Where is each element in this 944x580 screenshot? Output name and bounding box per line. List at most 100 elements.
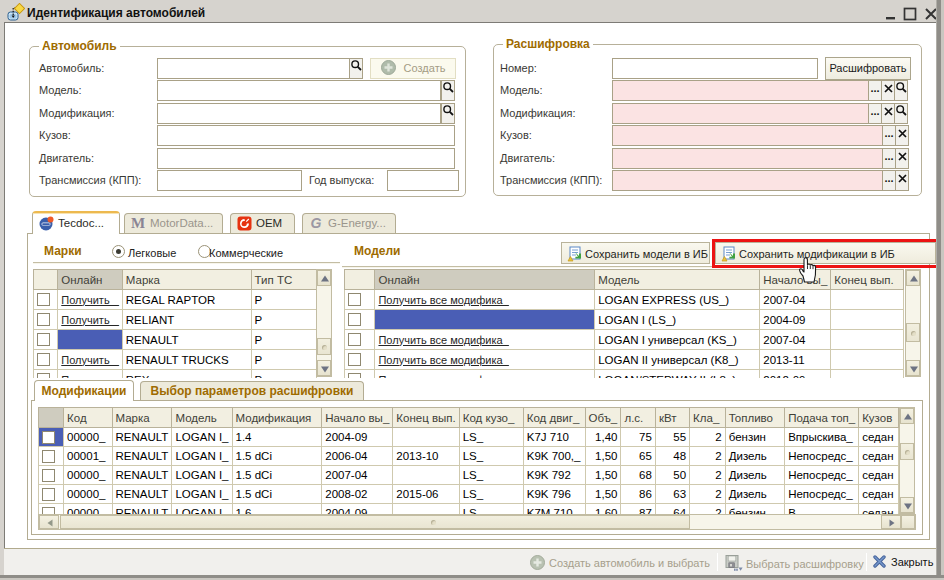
mods-cell-8[interactable]: 1,40 — [585, 428, 621, 447]
decode-transmission-field[interactable] — [612, 170, 883, 191]
mods-cell-8[interactable]: 1,50 — [585, 447, 621, 466]
row-checkbox-cell[interactable] — [34, 330, 58, 350]
maximize-button[interactable] — [903, 7, 917, 21]
mods-cell-7[interactable]: K7J 710 — [523, 428, 585, 447]
mods-cell-7[interactable]: K7M 710 — [523, 504, 585, 515]
modeli-table-scrollbar-down-button[interactable] — [906, 360, 920, 376]
get-all-mods-link[interactable]: Получить все модифика_ — [378, 334, 508, 346]
close-form-button[interactable]: Закрыть — [873, 555, 933, 568]
column-header-3[interactable]: Модель — [172, 408, 232, 428]
column-header-checkbox[interactable] — [34, 270, 58, 290]
mods-row-2[interactable]: 00000_RENAULTLOGAN I_1.5 dCi2007-04LS_K9… — [39, 466, 899, 485]
end-cell[interactable] — [831, 370, 904, 379]
checkbox[interactable] — [37, 333, 50, 346]
online-cell[interactable]: Получить все модифика_ — [375, 350, 595, 370]
decode-engine-field[interactable] — [612, 148, 883, 169]
decode-modification-search-button[interactable] — [894, 103, 908, 124]
column-header-3[interactable]: Тип ТС — [251, 270, 316, 290]
mods-cell-2[interactable]: LOGAN I_ — [172, 504, 232, 515]
tab-decode-params[interactable]: Выбор параметров расшифровки — [140, 381, 364, 400]
model-cell[interactable]: LOGAN I (LS_) — [595, 310, 760, 330]
create-car-button[interactable]: Создать — [370, 58, 456, 79]
decode-transmission-clear-button[interactable] — [895, 170, 909, 191]
mods-cell-11[interactable]: 2 — [690, 466, 726, 485]
mods-cell-10[interactable]: 50 — [655, 466, 689, 485]
get-link[interactable]: Получить — [61, 374, 109, 379]
mods-table-scrollbar-thumb[interactable] — [900, 443, 914, 460]
decode-body-clear-button[interactable] — [895, 125, 909, 146]
row-checkbox-cell[interactable] — [345, 290, 375, 310]
type-cell[interactable]: P — [251, 330, 316, 350]
checkbox[interactable] — [42, 469, 55, 482]
auto-transmission-input[interactable] — [157, 170, 302, 191]
save-models-button[interactable]: Сохранить модели в ИБ — [561, 242, 710, 264]
mods-cell-11[interactable]: 2 — [690, 504, 726, 515]
row-checkbox-cell[interactable] — [34, 310, 58, 330]
mods-cell-5[interactable]: 2013-10 — [393, 447, 459, 466]
get-all-mods-link[interactable]: Получить все модифика_ — [378, 294, 508, 306]
column-header-checkbox[interactable] — [39, 408, 64, 428]
modeli-row-3[interactable]: Получить все модифика_LOGAN II универсал… — [345, 350, 904, 370]
mods-cell-11[interactable]: 2 — [690, 447, 726, 466]
mods-cell-5[interactable]: 2015-06 — [393, 485, 459, 504]
mods-cell-7[interactable]: K9K 700,_ — [523, 447, 585, 466]
mods-cell-3[interactable]: 1.5 dCi — [232, 466, 322, 485]
column-header-2[interactable]: Марка — [122, 270, 251, 290]
decode-model-clear-button[interactable] — [881, 80, 895, 101]
checkbox[interactable] — [42, 431, 55, 444]
checkbox[interactable] — [37, 373, 50, 378]
column-header-12[interactable]: Кла_ — [690, 408, 726, 428]
row-checkbox-cell[interactable] — [34, 370, 58, 379]
online-cell[interactable]: Получить _ — [58, 310, 123, 330]
mods-cell-10[interactable]: 63 — [655, 485, 689, 504]
start-cell[interactable]: 2007-04 — [760, 290, 831, 310]
online-cell[interactable]: Получить все модифика_ — [375, 370, 595, 379]
get-link[interactable]: Получить _ — [61, 354, 119, 366]
online-cell[interactable]: Получить все модифика_ — [375, 290, 595, 310]
model-cell[interactable]: LOGAN/STEPWAY II (L8_) — [595, 370, 760, 379]
year-input[interactable] — [387, 170, 459, 191]
mods-cell-9[interactable]: 75 — [621, 428, 655, 447]
mods-cell-13[interactable]: Непосредс_ — [785, 485, 859, 504]
mods-cell-10[interactable]: 55 — [655, 428, 689, 447]
mods-cell-4[interactable]: 2006-04 — [322, 447, 393, 466]
checkbox[interactable] — [348, 373, 361, 378]
mods-cell-12[interactable]: Дизель — [725, 466, 784, 485]
row-checkbox-cell[interactable] — [39, 447, 64, 466]
column-header-14[interactable]: Подача топ_ — [785, 408, 859, 428]
auto-engine-input[interactable] — [157, 148, 455, 169]
create-and-select-button[interactable]: Создать автомобиль и выбрать — [530, 555, 710, 570]
mods-cell-3[interactable]: 1.6 — [232, 504, 322, 515]
mods-cell-6[interactable]: LS_ — [459, 466, 523, 485]
auto-model-search-button[interactable] — [441, 80, 455, 101]
column-header-13[interactable]: Топливо — [725, 408, 784, 428]
checkbox[interactable] — [348, 333, 361, 346]
mods-cell-0[interactable]: 00000_ — [64, 504, 112, 515]
mods-row-1[interactable]: 00001_RENAULTLOGAN I_1.5 dCi2006-042013-… — [39, 447, 899, 466]
decode-model-dots-button[interactable]: ... — [868, 80, 882, 101]
tab-genergy[interactable]: GG-Energy... — [302, 213, 396, 233]
mods-cell-5[interactable] — [393, 466, 459, 485]
mods-cell-14[interactable]: седан — [859, 466, 899, 485]
column-header-11[interactable]: кВт — [655, 408, 689, 428]
type-cell[interactable]: P — [251, 310, 316, 330]
mods-cell-13[interactable]: Впрыскива_ — [785, 428, 859, 447]
column-header-8[interactable]: Код двиг_ — [523, 408, 585, 428]
column-header-15[interactable]: Кузов — [859, 408, 899, 428]
mods-cell-4[interactable]: 2007-04 — [322, 466, 393, 485]
mods-cell-1[interactable]: RENAULT — [112, 466, 172, 485]
get-all-mods-link[interactable]: Получить все модифика_ — [378, 374, 508, 379]
marki-row-3[interactable]: Получить _RENAULT TRUCKSP — [34, 350, 317, 370]
brand-cell[interactable]: REX — [122, 370, 251, 379]
checkbox[interactable] — [37, 353, 50, 366]
marki-table-scrollbar-thumb[interactable] — [317, 338, 331, 355]
row-checkbox-cell[interactable] — [39, 428, 64, 447]
column-header-1[interactable]: Онлайн — [58, 270, 123, 290]
mods-table-scrollbar-down-button[interactable] — [900, 497, 914, 513]
mods-hscrollbar-thumb[interactable] — [60, 515, 690, 529]
checkbox[interactable] — [348, 293, 361, 306]
row-checkbox-cell[interactable] — [39, 466, 64, 485]
modeli-row-4[interactable]: Получить все модифика_ LOGAN/STEPWAY II (… — [345, 370, 904, 379]
tab-oem[interactable]: OEM — [230, 213, 295, 233]
online-cell[interactable]: Получить — [58, 370, 123, 379]
